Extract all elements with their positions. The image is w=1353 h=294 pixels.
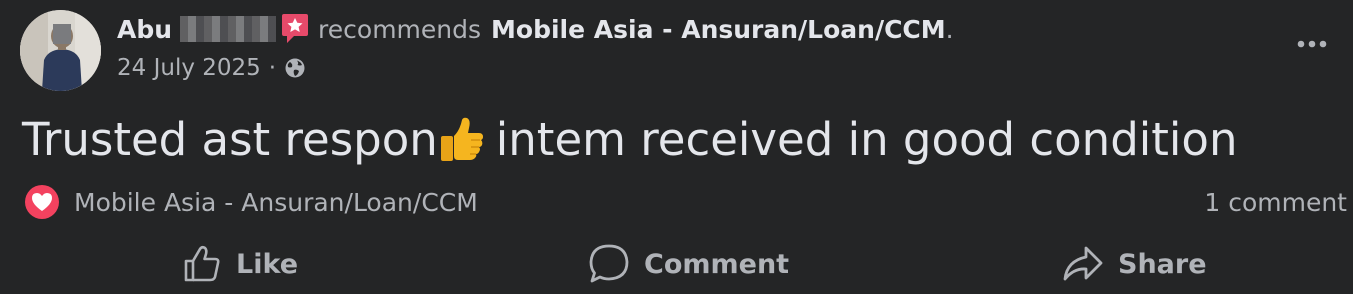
- recommend-badge-icon: [282, 14, 309, 43]
- like-button[interactable]: Like: [182, 240, 298, 288]
- globe-icon: [285, 58, 305, 78]
- author-name[interactable]: Abu: [117, 15, 172, 44]
- post-header: Abu recommends Mobile Asia - Ansuran/Loa…: [117, 12, 954, 46]
- like-icon: [184, 245, 220, 282]
- avatar-photo: [20, 10, 101, 91]
- reaction-page-label: Mobile Asia - Ansuran/Loan/CCM: [74, 187, 478, 217]
- header-period: .: [945, 14, 954, 44]
- meta-separator: ·: [268, 55, 277, 81]
- comment-button[interactable]: Comment: [588, 240, 789, 288]
- reactions-summary[interactable]: Mobile Asia - Ansuran/Loan/CCM: [24, 183, 478, 221]
- post-meta: 24 July 2025 ·: [117, 52, 306, 84]
- like-label: Like: [236, 248, 299, 280]
- love-reaction-icon: [25, 185, 59, 219]
- post-text-part-1: Trusted ast respon: [22, 112, 438, 166]
- thumbs-up-emoji-icon: [440, 117, 483, 161]
- redacted-name: [180, 16, 277, 42]
- share-icon: [1063, 246, 1103, 281]
- comment-count-link[interactable]: 1 comment: [1204, 183, 1347, 221]
- post-body: Trusted ast respon intem received in goo…: [22, 108, 1237, 170]
- share-label: Share: [1118, 248, 1207, 280]
- recommended-page-name[interactable]: Mobile Asia - Ansuran/Loan/CCM: [491, 15, 946, 44]
- recommendation-post: Abu recommends Mobile Asia - Ansuran/Loa…: [0, 0, 1353, 294]
- comment-icon: [589, 244, 629, 283]
- more-options-icon[interactable]: [1295, 32, 1329, 56]
- share-button[interactable]: Share: [1062, 240, 1207, 288]
- recommends-text: recommends: [318, 14, 482, 44]
- post-date[interactable]: 24 July 2025: [117, 55, 261, 81]
- post-text-part-2: intem received in good condition: [495, 112, 1238, 166]
- comment-label: Comment: [644, 248, 790, 280]
- avatar[interactable]: [20, 10, 101, 91]
